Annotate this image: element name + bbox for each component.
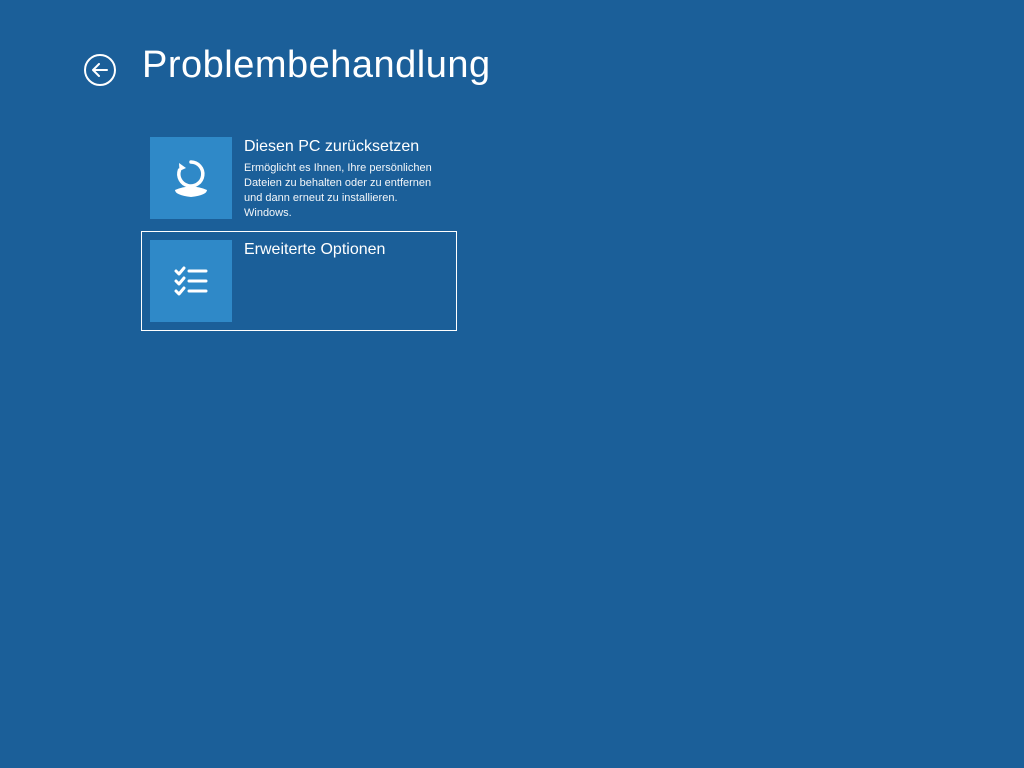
page-header: Problembehandlung [84, 44, 491, 87]
option-advanced[interactable]: Erweiterte Optionen [141, 231, 457, 331]
option-title: Erweiterte Optionen [244, 240, 448, 260]
back-arrow-icon [92, 63, 108, 77]
advanced-options-icon [166, 256, 216, 306]
option-tile [150, 137, 232, 219]
option-text: Diesen PC zurücksetzen Ermöglicht es Ihn… [244, 137, 448, 220]
option-text: Erweiterte Optionen [244, 240, 448, 264]
option-tile [150, 240, 232, 322]
options-list: Diesen PC zurücksetzen Ermöglicht es Ihn… [141, 128, 457, 331]
option-reset-pc[interactable]: Diesen PC zurücksetzen Ermöglicht es Ihn… [141, 128, 457, 228]
page-title: Problembehandlung [142, 44, 491, 87]
option-desc: Ermöglicht es Ihnen, Ihre persönlichen D… [244, 161, 448, 220]
back-button[interactable] [84, 54, 116, 86]
option-title: Diesen PC zurücksetzen [244, 137, 448, 157]
reset-pc-icon [166, 153, 216, 203]
